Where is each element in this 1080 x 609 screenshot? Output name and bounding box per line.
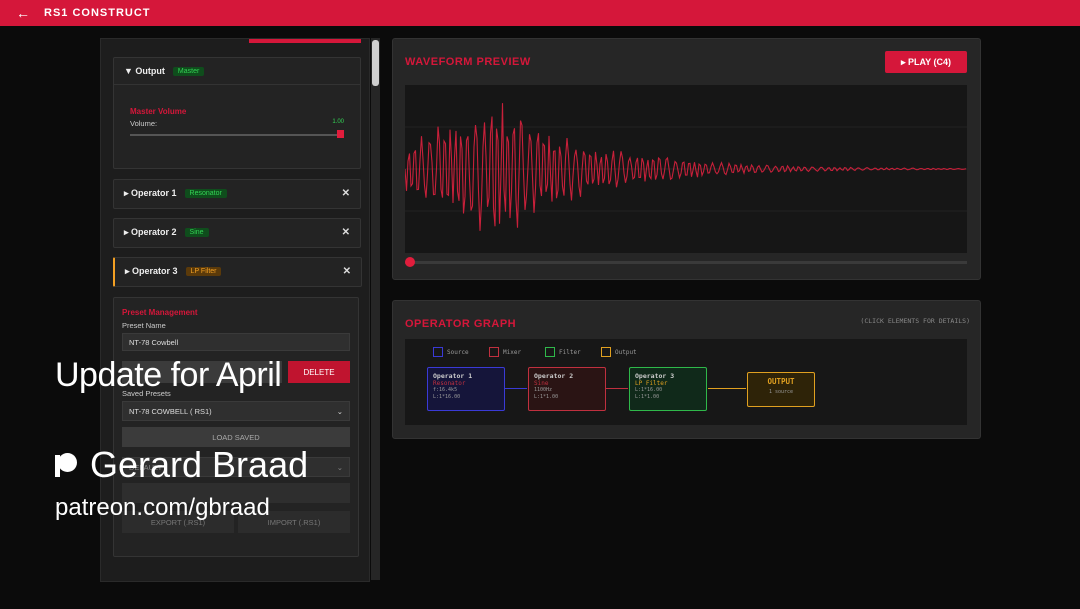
close-icon[interactable]: ✕	[343, 266, 351, 277]
legend-label: Output	[615, 348, 637, 356]
output-header[interactable]: ▼ Output Master	[114, 58, 360, 84]
tab-indicator	[249, 39, 361, 43]
node-param: L:1*16.00	[635, 387, 663, 393]
graph-node-output[interactable]: OUTPUT 1 source	[747, 372, 815, 407]
waveform-title: WAVEFORM PREVIEW	[405, 56, 531, 68]
patreon-logo-icon	[55, 452, 77, 478]
legend-filter: Filter	[545, 347, 581, 357]
overlay-author: Gerard Braad	[55, 444, 308, 486]
legend-source: Source	[433, 347, 469, 357]
overlay-url[interactable]: patreon.com/gbraad	[55, 494, 270, 522]
volume-slider[interactable]	[130, 130, 344, 140]
output-label: ▼ Output	[124, 66, 165, 76]
panel-scrollbar[interactable]	[371, 38, 380, 580]
node-param: L:1*1.00	[534, 394, 559, 400]
volume-slider-handle[interactable]	[337, 130, 344, 138]
node-param: L:1*16.00	[433, 394, 461, 400]
node-subtitle: Sine	[534, 380, 549, 387]
legend-swatch	[489, 347, 499, 357]
graph-edge	[606, 388, 628, 389]
waveform-panel: WAVEFORM PREVIEW ▸ PLAY (C4)	[392, 38, 981, 280]
playback-slider[interactable]	[405, 261, 967, 264]
operator-3-label: ▸ Operator 3	[125, 265, 178, 276]
waveform-line	[404, 103, 967, 231]
graph-node-operator-3[interactable]: Operator 3 LP Filter L:1*16.00 L:1*1.00	[629, 367, 707, 411]
operator-3-card[interactable]: ▸ Operator 3 LP Filter ✕	[113, 257, 362, 287]
author-name: Gerard Braad	[90, 444, 309, 485]
operator-3-badge: LP Filter	[185, 266, 222, 276]
operator-2-label: ▸ Operator 2	[124, 226, 177, 237]
app-title: RS1 CONSTRUCT	[44, 7, 151, 19]
legend-mixer: Mixer	[489, 347, 521, 357]
graph-edge	[708, 388, 746, 389]
playback-slider-handle[interactable]	[405, 257, 415, 267]
legend-swatch	[433, 347, 443, 357]
node-title: Operator 3	[635, 372, 675, 380]
back-arrow-icon[interactable]: ←	[16, 5, 36, 21]
operator-1-card[interactable]: ▸ Operator 1 Resonator ✕	[113, 179, 361, 209]
play-button[interactable]: ▸ PLAY (C4)	[885, 51, 967, 73]
master-volume-title: Master Volume	[130, 107, 187, 116]
output-card: ▼ Output Master Master Volume Volume: 1.…	[113, 57, 361, 169]
graph-edge	[505, 388, 527, 389]
scrollbar-thumb[interactable]	[372, 40, 379, 86]
graph-canvas: Source Mixer Filter Output Operator 1 Re…	[405, 339, 967, 425]
node-title: Operator 2	[534, 372, 574, 380]
close-icon[interactable]: ✕	[342, 188, 350, 199]
waveform-svg	[404, 103, 967, 231]
operator-1-badge: Resonator	[184, 188, 227, 198]
node-subtitle: LP Filter	[635, 380, 668, 387]
node-title: Operator 1	[433, 372, 473, 380]
chevron-down-icon: ⌄	[336, 406, 343, 416]
legend-label: Filter	[559, 348, 581, 356]
legend-swatch	[601, 347, 611, 357]
overlay-title: Update for April	[55, 356, 282, 394]
output-badge: Master	[172, 66, 205, 76]
node-title: OUTPUT	[767, 377, 795, 386]
graph-node-operator-1[interactable]: Operator 1 Resonator f:16.4k5 L:1*16.00	[427, 367, 505, 411]
graph-title: OPERATOR GRAPH	[405, 318, 517, 330]
waveform-display	[404, 85, 967, 253]
operator-2-card[interactable]: ▸ Operator 2 Sine ✕	[113, 218, 361, 248]
preset-name-label: Preset Name	[122, 321, 166, 330]
volume-label: Volume:	[130, 119, 158, 128]
legend-label: Source	[447, 348, 469, 356]
node-param: f:16.4k5	[433, 387, 458, 393]
operator-1-label: ▸ Operator 1	[124, 187, 177, 198]
delete-preset-button[interactable]: DELETE	[288, 361, 350, 383]
graph-hint: (CLICK ELEMENTS FOR DETAILS)	[860, 317, 970, 325]
operator-graph-panel: OPERATOR GRAPH (CLICK ELEMENTS FOR DETAI…	[392, 300, 981, 439]
chevron-down-icon: ⌄	[336, 462, 343, 472]
node-subtitle: Resonator	[433, 380, 466, 387]
saved-presets-value: NT-78 COWBELL ( RS1)	[129, 406, 212, 416]
node-param: L:1*1.00	[635, 394, 660, 400]
preset-name-input[interactable]: NT-78 Cowbell	[122, 333, 350, 351]
legend-output: Output	[601, 347, 637, 357]
top-bar: ← RS1 CONSTRUCT	[0, 0, 1080, 26]
node-param: 1100Hz	[534, 387, 553, 393]
saved-presets-select[interactable]: NT-78 COWBELL ( RS1) ⌄	[122, 401, 350, 421]
legend-swatch	[545, 347, 555, 357]
volume-value: 1.00	[332, 119, 344, 125]
node-subtitle: 1 source	[768, 389, 794, 395]
close-icon[interactable]: ✕	[342, 227, 350, 238]
preset-title: Preset Management	[122, 308, 198, 317]
operator-2-badge: Sine	[184, 227, 209, 237]
legend-label: Mixer	[503, 348, 522, 356]
graph-node-operator-2[interactable]: Operator 2 Sine 1100Hz L:1*1.00	[528, 367, 606, 411]
